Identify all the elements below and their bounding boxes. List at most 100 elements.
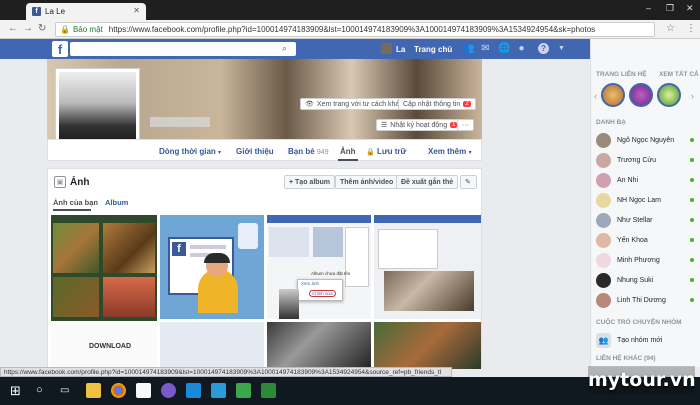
active-tab-underline	[338, 159, 358, 161]
notifications-icon[interactable]: 🌐	[498, 43, 510, 54]
tab-friends[interactable]: Bạn bè 949	[288, 147, 329, 156]
search-icon[interactable]: ○	[36, 383, 51, 398]
forward-icon[interactable]: →	[23, 23, 33, 34]
photos-title: Ảnh	[70, 177, 90, 188]
close-window-icon[interactable]: ✕	[686, 3, 694, 14]
activity-log-button[interactable]: ☰ Nhật ký hoạt động 1	[376, 119, 463, 131]
chevron-right-icon[interactable]: ›	[691, 91, 694, 101]
minimize-icon[interactable]: –	[646, 3, 651, 13]
edit-pencil-icon[interactable]: ✎	[460, 175, 477, 189]
photo-thumbnail[interactable]	[267, 322, 371, 369]
contact-item[interactable]: Ngô Ngọc Nguyên	[596, 132, 696, 148]
photo-grid: DOWNLOAD f Album chưa đặt tên Xem ảnh Ch…	[51, 215, 481, 369]
help-icon[interactable]: ?	[538, 43, 549, 54]
photo-thumbnail[interactable]	[160, 322, 264, 369]
lock-icon: 🔒	[366, 149, 375, 156]
status-bar-url: https://www.facebook.com/profile.php?id=…	[0, 367, 452, 377]
camtasia-icon[interactable]	[236, 383, 251, 398]
browser-tab[interactable]: f La Le ✕	[26, 3, 146, 20]
facebook-logo[interactable]: f	[52, 41, 68, 57]
photo-thumbnail[interactable]: Album chưa đặt tên Xem ảnh Chỉnh sửa	[267, 215, 371, 319]
story-thumbnail[interactable]	[657, 83, 681, 107]
bookmark-star-icon[interactable]: ☆	[666, 23, 675, 34]
tab-albums[interactable]: Album	[105, 198, 128, 207]
back-icon[interactable]: ←	[8, 23, 18, 34]
facebook-favicon-icon: f	[32, 7, 41, 16]
eye-icon: 👁	[305, 101, 314, 108]
search-icon[interactable]: ⌕	[282, 43, 287, 54]
search-input[interactable]	[70, 42, 296, 56]
profile-name-blurred	[150, 117, 210, 127]
contact-item[interactable]: Yến Khoa	[596, 232, 696, 248]
update-info-badge: 2	[463, 101, 471, 107]
browser-menu-icon[interactable]: ⋮	[686, 23, 696, 34]
chat-sidebar: TRANG LIÊN HỆ XEM TẤT CẢ ‹ › DANH BẠ Ngô…	[590, 39, 700, 367]
facebook-header: f ⌕ La Trang chủ 👥 ✉ 🌐 ● ? ▼	[0, 39, 590, 59]
chevron-left-icon[interactable]: ‹	[594, 91, 597, 101]
close-tab-icon[interactable]: ✕	[133, 6, 140, 15]
viber-icon[interactable]	[161, 383, 176, 398]
add-photo-button[interactable]: Thêm ảnh/video	[335, 175, 399, 189]
popup-item-view[interactable]: Xem ảnh	[301, 281, 319, 286]
messenger-icon[interactable]: ✉	[480, 43, 491, 54]
secure-label: Bảo mật	[72, 25, 103, 34]
chevron-down-icon[interactable]: ▼	[556, 43, 567, 54]
watermark-logo: mytour.vn	[588, 366, 696, 394]
quick-help-icon[interactable]: ●	[516, 43, 527, 54]
photo-thumbnail[interactable]: f	[160, 215, 264, 319]
group-icon: 👥	[596, 332, 611, 348]
profile-name-link[interactable]: La	[396, 45, 405, 54]
contact-item[interactable]: Nhung Suki	[596, 272, 696, 288]
url-input[interactable]: 🔒 Bảo mật https://www.facebook.com/profi…	[55, 22, 655, 37]
chrome-icon[interactable]	[111, 383, 126, 398]
photo-thumbnail[interactable]	[374, 215, 481, 319]
view-as-button[interactable]: 👁 Xem trang với tư cách khác	[300, 98, 408, 110]
contact-item[interactable]: Minh Phương	[596, 252, 696, 268]
tab-about[interactable]: Giới thiệu	[236, 147, 274, 156]
contact-item[interactable]: NH Ngọc Lam	[596, 192, 696, 208]
maximize-icon[interactable]: ❐	[666, 3, 674, 14]
task-view-icon[interactable]: ▭	[60, 383, 75, 398]
update-info-button[interactable]: Cập nhật thông tin 2	[398, 98, 476, 110]
story-thumbnail[interactable]	[601, 83, 625, 107]
tab-photos[interactable]: Ảnh	[340, 147, 356, 156]
tab-archive[interactable]: 🔒 Lưu trữ	[366, 147, 406, 156]
story-thumbnail[interactable]	[629, 83, 653, 107]
group-chat-header: CUỘC TRÒ CHUYỆN NHÓM	[596, 319, 682, 326]
contact-item[interactable]: An Nhi	[596, 172, 696, 188]
contact-item[interactable]: Linh Thi Dương	[596, 292, 696, 308]
photo-thumbnail[interactable]: DOWNLOAD	[51, 215, 157, 369]
create-album-button[interactable]: + Tạo album	[284, 175, 336, 189]
tab-more[interactable]: Xem thêm ▾	[428, 147, 471, 156]
paint-icon[interactable]	[211, 383, 226, 398]
photos-icon: ▣	[54, 176, 66, 188]
address-bar-row: ← → ↻ 🔒 Bảo mật https://www.facebook.com…	[0, 20, 700, 39]
tab-photos-of-you[interactable]: Ảnh của bạn	[53, 198, 98, 207]
tab-timeline[interactable]: Dòng thời gian ▾	[159, 147, 221, 156]
popup-item-edit[interactable]: Chỉnh sửa	[309, 290, 336, 297]
see-all-link[interactable]: XEM TẤT CẢ	[659, 71, 699, 78]
download-label: DOWNLOAD	[89, 343, 131, 350]
contact-item[interactable]: Như Stellar	[596, 212, 696, 228]
photo-thumbnail[interactable]	[374, 322, 481, 369]
popup-album-label: Album chưa đặt tên	[311, 271, 351, 276]
sticky-notes-icon[interactable]	[136, 383, 151, 398]
url-text: https://www.facebook.com/profile.php?id=…	[108, 25, 596, 34]
new-group-button[interactable]: 👥 Tạo nhóm mới	[596, 332, 696, 348]
contact-item[interactable]: Trương Cửu	[596, 152, 696, 168]
file-explorer-icon[interactable]	[86, 383, 101, 398]
lock-icon: 🔒	[60, 25, 70, 34]
active-subtab-underline	[53, 209, 91, 211]
suggest-tags-button[interactable]: Đề xuất gắn thẻ	[396, 175, 459, 189]
home-link[interactable]: Trang chủ	[414, 45, 452, 54]
more-options-button[interactable]: ···	[457, 119, 474, 131]
profile-tabs: Dòng thời gian ▾ Giới thiệu Bạn bè 949 Ả…	[47, 139, 482, 161]
reload-icon[interactable]: ↻	[38, 23, 46, 34]
windows-start-icon[interactable]: ⊞	[10, 383, 25, 398]
friend-requests-icon[interactable]: 👥	[462, 43, 474, 54]
camtasia-2-icon[interactable]	[261, 383, 276, 398]
blue-app-icon[interactable]	[186, 383, 201, 398]
friends-count: 949	[316, 149, 329, 156]
photos-section: ▣ Ảnh + Tạo album Thêm ảnh/video Đề xuất…	[47, 168, 482, 369]
avatar[interactable]	[381, 43, 392, 54]
